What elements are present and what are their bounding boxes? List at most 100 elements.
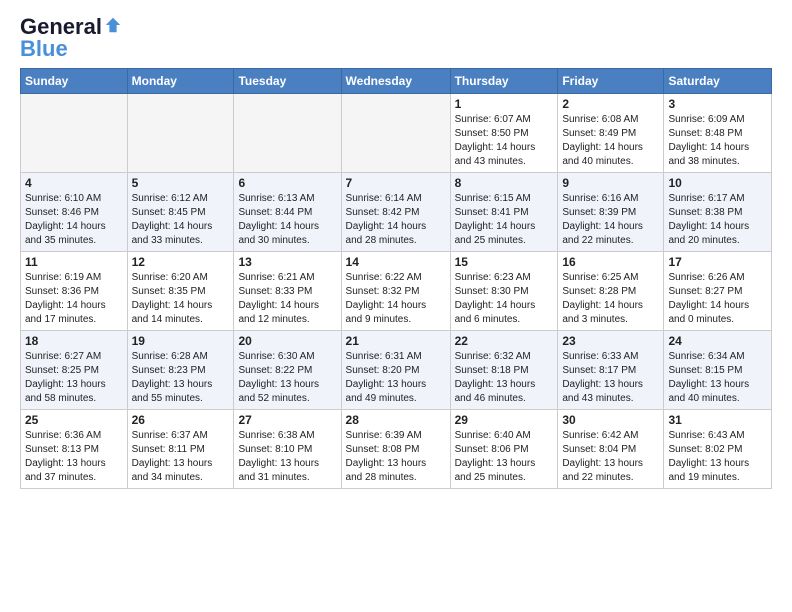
day-number: 22 [455, 334, 554, 348]
header: General Blue [20, 16, 772, 60]
day-number: 26 [132, 413, 230, 427]
day-info: Sunrise: 6:07 AM Sunset: 8:50 PM Dayligh… [455, 113, 554, 169]
weekday-header-row: SundayMondayTuesdayWednesdayThursdayFrid… [21, 69, 772, 94]
day-number: 12 [132, 255, 230, 269]
calendar-cell: 14Sunrise: 6:22 AM Sunset: 8:32 PM Dayli… [341, 252, 450, 331]
calendar-cell: 25 Sunrise: 6:36 AM Sunset: 8:13 PM Dayli… [21, 410, 128, 489]
day-number: 25 [25, 413, 123, 427]
day-number: 11 [25, 255, 123, 269]
weekday-friday: Friday [558, 69, 664, 94]
calendar-cell [341, 94, 450, 173]
calendar-cell: 5 Sunrise: 6:12 AM Sunset: 8:45 PM Daylig… [127, 173, 234, 252]
day-info: Sunrise: 6:37 AM Sunset: 8:11 PM Dayligh… [132, 429, 230, 485]
day-number: 29 [455, 413, 554, 427]
day-number: 9 [562, 176, 659, 190]
weekday-wednesday: Wednesday [341, 69, 450, 94]
day-number: 3 [668, 97, 767, 111]
day-number: 24 [668, 334, 767, 348]
calendar-cell: 11 Sunrise: 6:19 AM Sunset: 8:36 PM Dayli… [21, 252, 128, 331]
day-info: Sunrise: 6:38 AM Sunset: 8:10 PM Dayligh… [238, 429, 336, 485]
logo-text-blue: Blue [20, 38, 68, 60]
day-number: 19 [132, 334, 230, 348]
calendar-cell: 1 Sunrise: 6:07 AM Sunset: 8:50 PM Daylig… [450, 94, 558, 173]
calendar-cell: 26 Sunrise: 6:37 AM Sunset: 8:11 PM Dayli… [127, 410, 234, 489]
day-number: 6 [238, 176, 336, 190]
day-number: 4 [25, 176, 123, 190]
day-number: 16 [562, 255, 659, 269]
page: General Blue SundayMondayTuesdayWednesda… [0, 0, 792, 499]
day-number: 5 [132, 176, 230, 190]
day-info: Sunrise: 6:19 AM Sunset: 8:36 PM Dayligh… [25, 271, 123, 327]
day-info: Sunrise: 6:30 AM Sunset: 8:22 PM Dayligh… [238, 350, 336, 406]
weekday-monday: Monday [127, 69, 234, 94]
weekday-tuesday: Tuesday [234, 69, 341, 94]
day-info: Sunrise: 6:34 AM Sunset: 8:15 PM Dayligh… [668, 350, 767, 406]
day-number: 21 [346, 334, 446, 348]
calendar-cell: 7Sunrise: 6:14 AM Sunset: 8:42 PM Daylig… [341, 173, 450, 252]
calendar-cell: 18 Sunrise: 6:27 AM Sunset: 8:25 PM Dayli… [21, 331, 128, 410]
day-info: Sunrise: 6:12 AM Sunset: 8:45 PM Dayligh… [132, 192, 230, 248]
calendar-cell: 12 Sunrise: 6:20 AM Sunset: 8:35 PM Dayli… [127, 252, 234, 331]
calendar-cell: 19 Sunrise: 6:28 AM Sunset: 8:23 PM Dayli… [127, 331, 234, 410]
day-info: Sunrise: 6:20 AM Sunset: 8:35 PM Dayligh… [132, 271, 230, 327]
logo-text-general: General [20, 16, 102, 38]
day-info: Sunrise: 6:09 AM Sunset: 8:48 PM Dayligh… [668, 113, 767, 169]
day-info: Sunrise: 6:36 AM Sunset: 8:13 PM Dayligh… [25, 429, 123, 485]
calendar-cell [234, 94, 341, 173]
calendar-row-3: 18 Sunrise: 6:27 AM Sunset: 8:25 PM Dayli… [21, 331, 772, 410]
weekday-thursday: Thursday [450, 69, 558, 94]
day-info: Sunrise: 6:43 AM Sunset: 8:02 PM Dayligh… [668, 429, 767, 485]
day-info: Sunrise: 6:26 AM Sunset: 8:27 PM Dayligh… [668, 271, 767, 327]
calendar-cell: 9 Sunrise: 6:16 AM Sunset: 8:39 PM Daylig… [558, 173, 664, 252]
calendar-cell: 10 Sunrise: 6:17 AM Sunset: 8:38 PM Dayli… [664, 173, 772, 252]
day-number: 8 [455, 176, 554, 190]
day-info: Sunrise: 6:08 AM Sunset: 8:49 PM Dayligh… [562, 113, 659, 169]
day-info: Sunrise: 6:16 AM Sunset: 8:39 PM Dayligh… [562, 192, 659, 248]
weekday-saturday: Saturday [664, 69, 772, 94]
weekday-sunday: Sunday [21, 69, 128, 94]
day-number: 18 [25, 334, 123, 348]
calendar-cell: 3 Sunrise: 6:09 AM Sunset: 8:48 PM Daylig… [664, 94, 772, 173]
day-info: Sunrise: 6:40 AM Sunset: 8:06 PM Dayligh… [455, 429, 554, 485]
logo: General Blue [20, 16, 122, 60]
day-info: Sunrise: 6:17 AM Sunset: 8:38 PM Dayligh… [668, 192, 767, 248]
day-info: Sunrise: 6:21 AM Sunset: 8:33 PM Dayligh… [238, 271, 336, 327]
day-info: Sunrise: 6:14 AM Sunset: 8:42 PM Dayligh… [346, 192, 446, 248]
day-number: 20 [238, 334, 336, 348]
day-info: Sunrise: 6:31 AM Sunset: 8:20 PM Dayligh… [346, 350, 446, 406]
day-info: Sunrise: 6:28 AM Sunset: 8:23 PM Dayligh… [132, 350, 230, 406]
calendar-cell: 4 Sunrise: 6:10 AM Sunset: 8:46 PM Daylig… [21, 173, 128, 252]
calendar-cell [21, 94, 128, 173]
calendar-row-4: 25 Sunrise: 6:36 AM Sunset: 8:13 PM Dayli… [21, 410, 772, 489]
day-info: Sunrise: 6:15 AM Sunset: 8:41 PM Dayligh… [455, 192, 554, 248]
calendar-cell: 13 Sunrise: 6:21 AM Sunset: 8:33 PM Dayli… [234, 252, 341, 331]
calendar-cell: 29 Sunrise: 6:40 AM Sunset: 8:06 PM Dayli… [450, 410, 558, 489]
calendar-cell: 21 Sunrise: 6:31 AM Sunset: 8:20 PM Dayli… [341, 331, 450, 410]
day-number: 15 [455, 255, 554, 269]
day-number: 2 [562, 97, 659, 111]
day-info: Sunrise: 6:32 AM Sunset: 8:18 PM Dayligh… [455, 350, 554, 406]
day-number: 1 [455, 97, 554, 111]
day-info: Sunrise: 6:10 AM Sunset: 8:46 PM Dayligh… [25, 192, 123, 248]
calendar-cell: 6Sunrise: 6:13 AM Sunset: 8:44 PM Daylig… [234, 173, 341, 252]
day-info: Sunrise: 6:25 AM Sunset: 8:28 PM Dayligh… [562, 271, 659, 327]
calendar-cell: 8 Sunrise: 6:15 AM Sunset: 8:41 PM Daylig… [450, 173, 558, 252]
calendar-cell: 28Sunrise: 6:39 AM Sunset: 8:08 PM Dayli… [341, 410, 450, 489]
day-info: Sunrise: 6:27 AM Sunset: 8:25 PM Dayligh… [25, 350, 123, 406]
day-info: Sunrise: 6:22 AM Sunset: 8:32 PM Dayligh… [346, 271, 446, 327]
calendar-row-1: 4 Sunrise: 6:10 AM Sunset: 8:46 PM Daylig… [21, 173, 772, 252]
calendar-cell: 20 Sunrise: 6:30 AM Sunset: 8:22 PM Dayli… [234, 331, 341, 410]
calendar-table: SundayMondayTuesdayWednesdayThursdayFrid… [20, 68, 772, 489]
calendar-cell: 24 Sunrise: 6:34 AM Sunset: 8:15 PM Dayli… [664, 331, 772, 410]
day-number: 30 [562, 413, 659, 427]
day-number: 13 [238, 255, 336, 269]
day-number: 23 [562, 334, 659, 348]
calendar-cell: 22 Sunrise: 6:32 AM Sunset: 8:18 PM Dayli… [450, 331, 558, 410]
calendar-cell: 17Sunrise: 6:26 AM Sunset: 8:27 PM Dayli… [664, 252, 772, 331]
day-info: Sunrise: 6:33 AM Sunset: 8:17 PM Dayligh… [562, 350, 659, 406]
day-number: 10 [668, 176, 767, 190]
calendar-cell: 31 Sunrise: 6:43 AM Sunset: 8:02 PM Dayli… [664, 410, 772, 489]
calendar-cell: 30Sunrise: 6:42 AM Sunset: 8:04 PM Dayli… [558, 410, 664, 489]
day-number: 27 [238, 413, 336, 427]
day-number: 31 [668, 413, 767, 427]
